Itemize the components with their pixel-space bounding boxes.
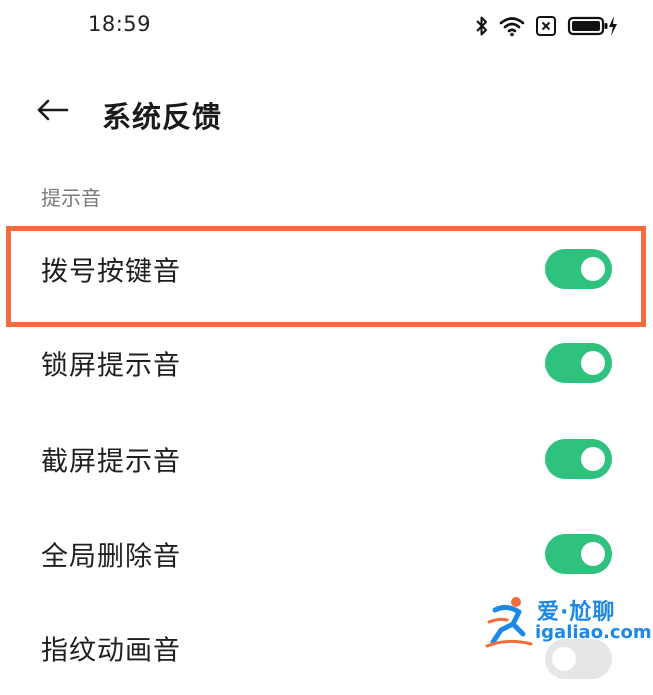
wifi-icon [499, 15, 525, 37]
battery-charging-icon [567, 15, 619, 37]
section-label: 提示音 [41, 186, 101, 210]
toggle-knob [581, 447, 605, 471]
toggle-knob [581, 542, 605, 566]
setting-row-screenshot-sound[interactable]: 截屏提示音 [0, 412, 653, 506]
setting-label: 锁屏提示音 [41, 350, 181, 382]
lock-sound-toggle[interactable] [545, 343, 612, 383]
watermark-url: igaliao.com [535, 622, 652, 643]
setting-label: 指纹动画音 [41, 635, 181, 667]
toggle-knob [581, 257, 605, 281]
arrow-left-icon [35, 98, 69, 126]
setting-row-lock-sound[interactable]: 锁屏提示音 [0, 316, 653, 410]
page-header: 系统反馈 [0, 84, 653, 140]
dial-tone-toggle[interactable] [545, 249, 612, 289]
watermark: 爱·尬聊 igaliao.com [485, 592, 652, 654]
toggle-knob [581, 351, 605, 375]
setting-label: 全局删除音 [41, 541, 181, 573]
status-icons [475, 14, 619, 38]
page-title: 系统反馈 [102, 100, 223, 134]
screenshot-sound-toggle[interactable] [545, 439, 612, 479]
setting-row-dial-tone[interactable]: 拨号按键音 [0, 222, 653, 316]
back-button[interactable] [30, 92, 74, 132]
status-time: 18:59 [88, 12, 152, 36]
bluetooth-icon [475, 15, 489, 37]
delete-sound-toggle[interactable] [545, 534, 612, 574]
setting-row-delete-sound[interactable]: 全局删除音 [0, 507, 653, 601]
setting-label: 截屏提示音 [41, 446, 181, 478]
runner-logo-icon [485, 594, 535, 654]
status-bar: 18:59 [0, 0, 653, 52]
sim-disabled-icon [535, 15, 557, 37]
setting-label: 拨号按键音 [41, 256, 181, 288]
